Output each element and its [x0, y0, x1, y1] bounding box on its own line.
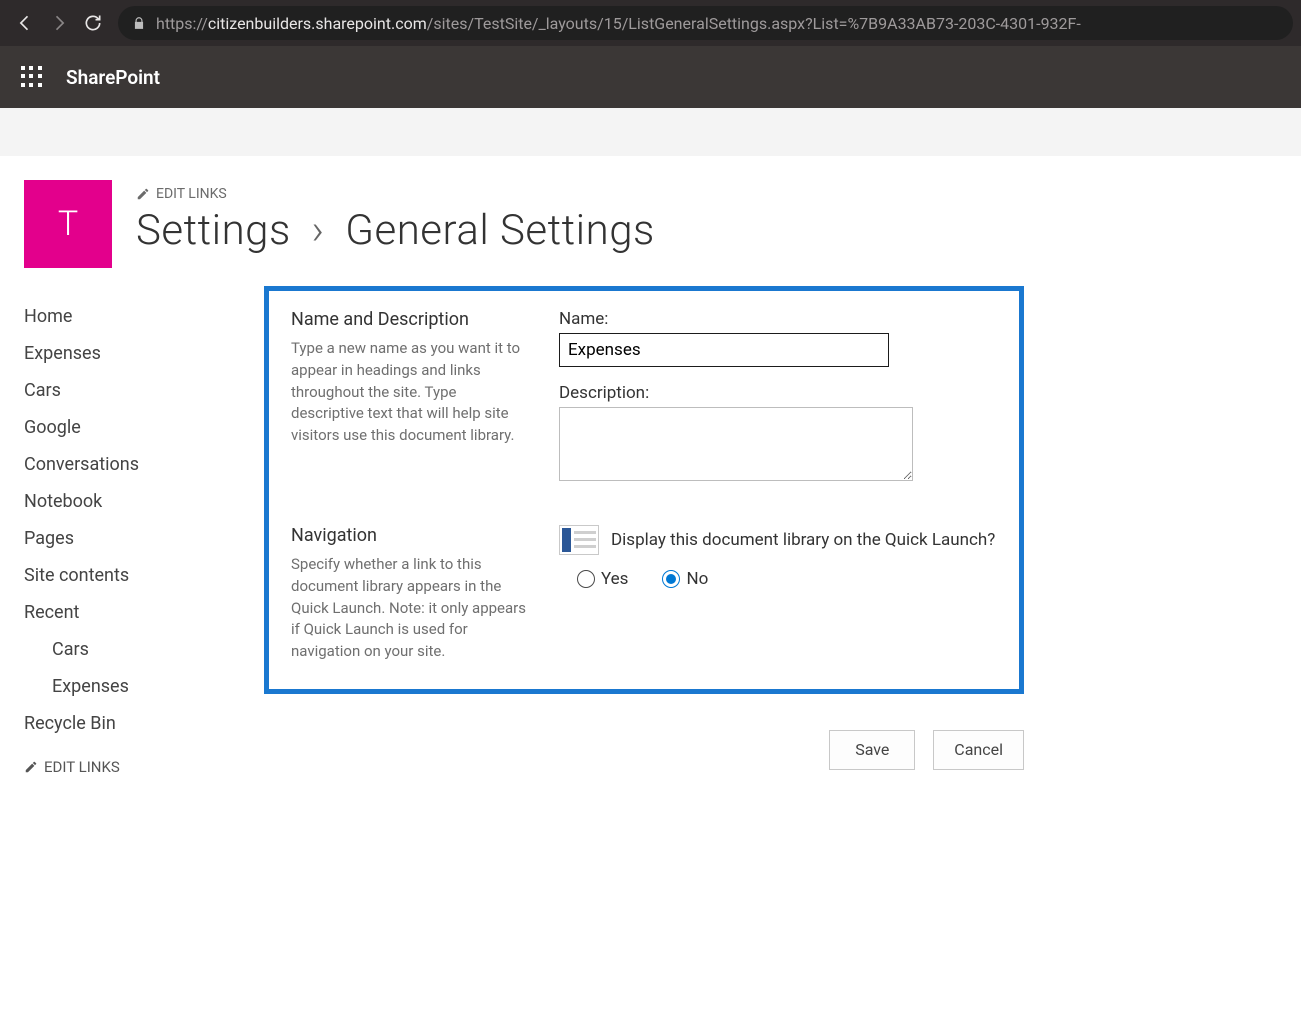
ribbon-placeholder: [0, 108, 1301, 156]
nav-item-conversations[interactable]: Conversations: [24, 446, 264, 483]
nav-item-recent[interactable]: Recent: [24, 594, 264, 631]
back-button[interactable]: [8, 6, 42, 40]
reload-button[interactable]: [76, 6, 110, 40]
nav-item-site-contents[interactable]: Site contents: [24, 557, 264, 594]
main-content: Name and Description Type a new name as …: [264, 286, 1301, 776]
url-prefix: https://: [156, 14, 208, 33]
edit-links-label: EDIT LINKS: [156, 186, 227, 202]
radio-no-label: No: [686, 569, 708, 589]
lock-icon: [132, 16, 146, 30]
section-name-description: Name and Description Type a new name as …: [291, 309, 997, 485]
edit-links-top[interactable]: EDIT LINKS: [136, 186, 1301, 202]
url-host: citizenbuilders.sharepoint.com: [208, 14, 427, 33]
address-bar[interactable]: https://citizenbuilders.sharepoint.com/s…: [118, 6, 1293, 40]
browser-chrome: https://citizenbuilders.sharepoint.com/s…: [0, 0, 1301, 46]
nav-item-cars[interactable]: Cars: [24, 372, 264, 409]
name-label: Name:: [559, 309, 997, 329]
left-navigation: Home Expenses Cars Google Conversations …: [24, 286, 264, 776]
site-logo[interactable]: T: [24, 180, 112, 268]
section-title: Navigation: [291, 525, 531, 546]
radio-yes[interactable]: Yes: [577, 569, 628, 589]
nav-item-home[interactable]: Home: [24, 298, 264, 335]
nav-item-google[interactable]: Google: [24, 409, 264, 446]
forward-button[interactable]: [42, 6, 76, 40]
nav-item-pages[interactable]: Pages: [24, 520, 264, 557]
radio-yes-label: Yes: [601, 569, 628, 589]
suite-bar: SharePoint: [0, 46, 1301, 108]
page-title: Settings › General Settings: [136, 206, 1301, 255]
nav-item-recycle-bin[interactable]: Recycle Bin: [24, 705, 264, 742]
settings-form-highlight: Name and Description Type a new name as …: [264, 286, 1024, 694]
url-path: /sites/TestSite/_layouts/15/ListGeneralS…: [427, 14, 1081, 33]
edit-links-bottom[interactable]: EDIT LINKS: [24, 742, 264, 776]
description-textarea[interactable]: [559, 407, 913, 481]
breadcrumb-current: General Settings: [345, 206, 655, 255]
name-input[interactable]: [559, 333, 889, 367]
breadcrumb-root[interactable]: Settings: [136, 206, 291, 255]
radio-icon: [662, 570, 680, 588]
quick-launch-question: Display this document library on the Qui…: [611, 530, 995, 550]
nav-item-recent-cars[interactable]: Cars: [24, 631, 264, 668]
save-button[interactable]: Save: [829, 730, 915, 770]
pencil-icon: [136, 187, 150, 201]
nav-item-expenses[interactable]: Expenses: [24, 335, 264, 372]
nav-item-recent-expenses[interactable]: Expenses: [24, 668, 264, 705]
form-buttons: Save Cancel: [264, 730, 1024, 770]
radio-icon: [577, 570, 595, 588]
radio-no[interactable]: No: [662, 569, 708, 589]
site-logo-letter: T: [58, 204, 78, 244]
quick-launch-icon: [559, 525, 599, 555]
app-launcher-button[interactable]: [10, 55, 54, 99]
chevron-right-icon: ›: [312, 206, 325, 255]
suite-title[interactable]: SharePoint: [66, 66, 160, 89]
cancel-button[interactable]: Cancel: [933, 730, 1024, 770]
pencil-icon: [24, 760, 38, 774]
section-title: Name and Description: [291, 309, 531, 330]
nav-item-notebook[interactable]: Notebook: [24, 483, 264, 520]
section-help: Specify whether a link to this document …: [291, 554, 531, 663]
waffle-icon: [21, 66, 43, 88]
description-label: Description:: [559, 383, 997, 403]
edit-links-bottom-label: EDIT LINKS: [44, 758, 120, 776]
section-help: Type a new name as you want it to appear…: [291, 338, 531, 447]
section-navigation: Navigation Specify whether a link to thi…: [291, 525, 997, 663]
